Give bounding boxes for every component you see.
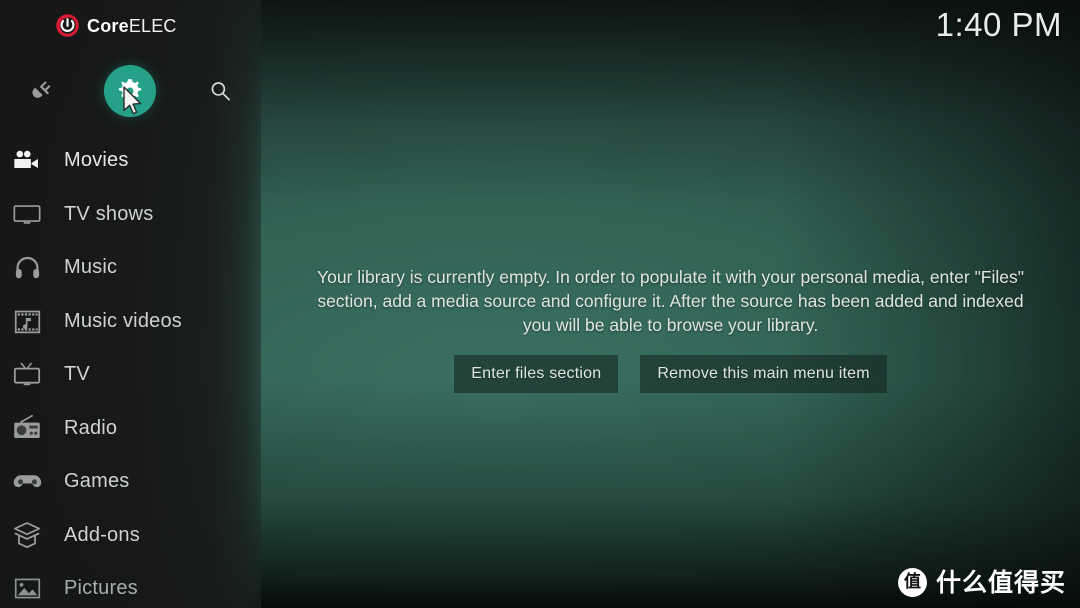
television-icon xyxy=(11,198,43,230)
search-icon xyxy=(211,81,230,100)
empty-library-actions: Enter files section Remove this main men… xyxy=(302,355,1040,394)
power-logo-icon xyxy=(56,14,79,37)
sidebar-item-pictures[interactable]: Pictures xyxy=(0,562,261,608)
main-content: 1:40 PM Your library is currently empty.… xyxy=(261,0,1080,608)
addon-box-icon xyxy=(11,519,43,551)
pictures-icon xyxy=(11,573,43,605)
empty-library-panel: Your library is currently empty. In orde… xyxy=(302,265,1040,394)
main-menu: Movies TV shows Music Music videos TV Ra… xyxy=(0,134,261,608)
search-icon-button[interactable] xyxy=(192,63,248,119)
sidebar-item-label: Games xyxy=(64,470,130,493)
remove-main-menu-item-button[interactable]: Remove this main menu item xyxy=(640,355,887,394)
sidebar-item-radio[interactable]: Radio xyxy=(0,402,261,456)
settings-icon-button[interactable] xyxy=(102,63,158,119)
sidebar-item-tv[interactable]: TV xyxy=(0,348,261,402)
brand-name-core: Core xyxy=(87,15,129,36)
sidebar-item-label: Radio xyxy=(64,416,118,439)
brand-name: CoreELEC xyxy=(87,17,177,35)
sidebar-item-label: Add-ons xyxy=(64,523,140,546)
sidebar-item-label: Pictures xyxy=(64,577,138,600)
retro-tv-icon xyxy=(11,359,43,391)
brand-logo: CoreELEC xyxy=(55,13,177,38)
enter-files-section-button[interactable]: Enter files section xyxy=(454,355,619,394)
movie-camera-icon xyxy=(11,145,43,177)
watermark-badge: 值 xyxy=(897,568,927,597)
kodi-home-screen: 1:40 PM Your library is currently empty.… xyxy=(0,0,1080,608)
empty-library-message: Your library is currently empty. In orde… xyxy=(317,267,1024,336)
sidebar-item-label: Movies xyxy=(64,149,129,172)
sidebar-item-label: TV shows xyxy=(64,202,154,225)
power-icon xyxy=(32,81,51,98)
watermark-text: 什么值得买 xyxy=(935,568,1066,597)
sidebar: CoreELEC Movies TV shows Music Music vid… xyxy=(0,0,261,608)
sidebar-item-label: Music videos xyxy=(64,309,182,332)
clock: 1:40 PM xyxy=(935,6,1062,43)
watermark: 值 什么值得买 xyxy=(897,568,1066,597)
gamepad-icon xyxy=(11,466,43,498)
brand-name-elec: ELEC xyxy=(128,15,177,36)
settings-gear-icon xyxy=(118,79,142,100)
power-icon-button[interactable] xyxy=(12,63,68,119)
radio-icon xyxy=(11,412,43,444)
sidebar-item-add-ons[interactable]: Add-ons xyxy=(0,509,261,563)
headphones-icon xyxy=(11,252,43,284)
sidebar-item-label: Music xyxy=(64,256,118,279)
sidebar-item-music[interactable]: Music xyxy=(0,241,261,295)
music-video-icon xyxy=(11,305,43,337)
sidebar-item-movies[interactable]: Movies xyxy=(0,134,261,188)
top-icon-row xyxy=(0,63,261,121)
sidebar-item-music-videos[interactable]: Music videos xyxy=(0,295,261,349)
sidebar-item-tv-shows[interactable]: TV shows xyxy=(0,188,261,242)
sidebar-item-label: TV xyxy=(64,363,90,386)
sidebar-item-games[interactable]: Games xyxy=(0,455,261,509)
